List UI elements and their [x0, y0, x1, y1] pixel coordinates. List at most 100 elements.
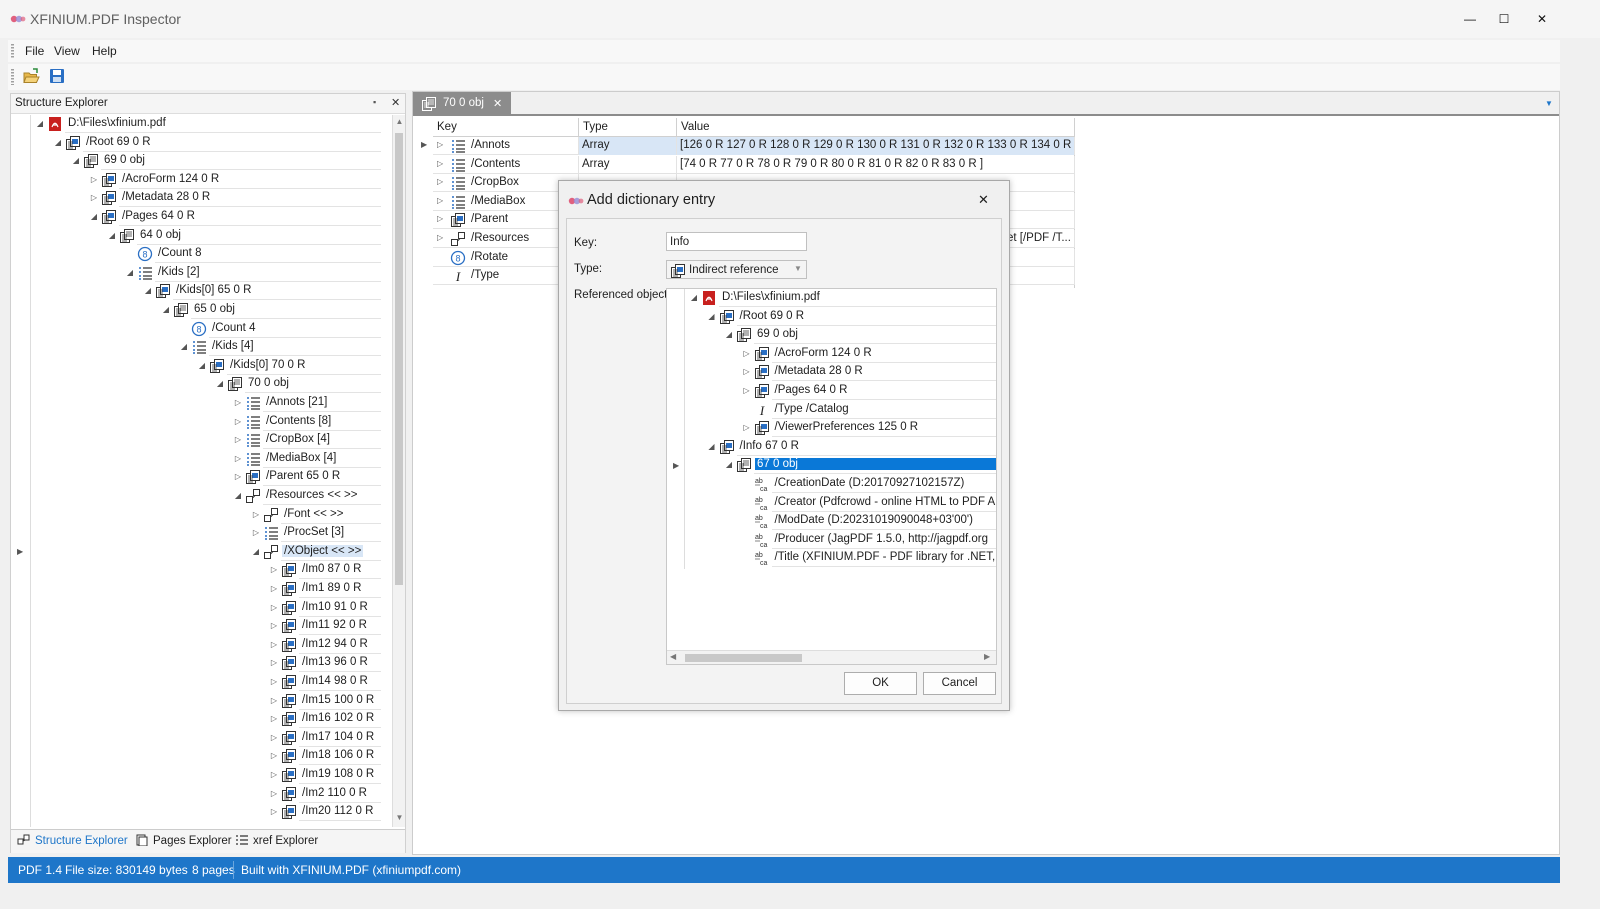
tree-row[interactable]: ◢ 64 0 obj	[11, 227, 381, 245]
expand-arrow-icon[interactable]: ▷	[742, 348, 752, 360]
tree-row[interactable]: ▷ /Contents [8]	[11, 413, 381, 431]
collapse-arrow-icon[interactable]: ◢	[71, 155, 81, 167]
collapse-arrow-icon[interactable]: ◢	[53, 137, 63, 149]
tree-row[interactable]: ab ca/Creator (Pdfcrowd - online HTML to …	[667, 494, 996, 512]
collapse-arrow-icon[interactable]: ◢	[724, 329, 734, 341]
tree-row[interactable]: ◢ 69 0 obj	[667, 326, 996, 345]
tree-row[interactable]: ▷ /Metadata 28 0 R	[667, 363, 996, 382]
grid-row[interactable]: ▷ /Annots Array [126 0 R 127 0 R 128 0 R 12…	[433, 137, 1075, 155]
collapse-arrow-icon[interactable]: ◢	[35, 118, 45, 130]
expand-arrow-icon[interactable]: ▷	[742, 422, 752, 434]
expand-arrow-icon[interactable]: ▷	[437, 140, 443, 149]
expand-arrow-icon[interactable]: ▷	[233, 397, 243, 409]
tree-row[interactable]: ◢ D:\Files\xfinium.pdf	[11, 115, 381, 133]
collapse-arrow-icon[interactable]: ◢	[125, 267, 135, 279]
expand-arrow-icon[interactable]: ▷	[233, 453, 243, 465]
expand-arrow-icon[interactable]: ▷	[269, 713, 279, 725]
expand-arrow-icon[interactable]: ▷	[437, 196, 443, 205]
tree-row[interactable]: ▷ /Im15 100 0 R	[11, 692, 381, 710]
structure-tree[interactable]: ▶ ◢ D:\Files\xfinium.pdf ◢/Root 69 0 R ◢ 69 …	[11, 115, 405, 827]
expand-arrow-icon[interactable]: ▷	[233, 416, 243, 428]
tree-row[interactable]: ▷ /AcroForm 124 0 R	[11, 171, 381, 189]
expand-arrow-icon[interactable]: ▷	[269, 695, 279, 707]
cancel-button[interactable]: Cancel	[923, 672, 996, 695]
tree-row[interactable]: ▷ /Im11 92 0 R	[11, 617, 381, 636]
ok-button[interactable]: OK	[844, 672, 917, 695]
expand-arrow-icon[interactable]: ▷	[269, 732, 279, 744]
tree-row[interactable]: ▷ /Im2 110 0 R	[11, 785, 381, 803]
tab-close-button[interactable]: ✕	[493, 97, 502, 110]
tab-structure-explorer[interactable]: Structure Explorer	[17, 834, 128, 847]
tree-row[interactable]: ◢ /Pages 64 0 R	[11, 208, 381, 226]
tree-row[interactable]: ◢ /Kids [4]	[11, 338, 381, 357]
expand-arrow-icon[interactable]: ▷	[269, 564, 279, 576]
expand-arrow-icon[interactable]: ▷	[269, 602, 279, 614]
save-icon[interactable]	[49, 68, 65, 84]
expand-arrow-icon[interactable]: ▷	[269, 639, 279, 651]
tree-row[interactable]: ◢ 69 0 obj	[11, 152, 381, 171]
expand-arrow-icon[interactable]: ▷	[269, 657, 279, 669]
collapse-arrow-icon[interactable]: ◢	[179, 341, 189, 353]
expand-arrow-icon[interactable]: ▷	[269, 769, 279, 781]
tree-row[interactable]: ◢ /Resources << >>	[11, 487, 381, 505]
column-header-key[interactable]: Key	[433, 118, 579, 137]
expand-arrow-icon[interactable]: ▷	[742, 366, 752, 378]
expand-arrow-icon[interactable]: ▷	[89, 174, 99, 186]
expand-arrow-icon[interactable]: ▷	[269, 676, 279, 688]
menu-help[interactable]: Help	[92, 44, 117, 58]
tree-row[interactable]: ▷ /Pages 64 0 R	[667, 382, 996, 400]
tree-row[interactable]: ab ca/ModDate (D:20231019090048+03'00')	[667, 512, 996, 531]
tree-row[interactable]: ▷ /CropBox [4]	[11, 431, 381, 450]
grid-row[interactable]: ▷ /Contents Array [74 0 R 77 0 R 78 0 R 79 …	[433, 155, 1075, 174]
expand-arrow-icon[interactable]: ▷	[437, 214, 443, 223]
open-file-icon[interactable]	[23, 68, 40, 85]
scroll-left-icon[interactable]: ◀	[670, 652, 676, 661]
tree-row[interactable]: ▷ /Im18 106 0 R	[11, 747, 381, 766]
dialog-close-button[interactable]: ✕	[978, 192, 989, 208]
collapse-arrow-icon[interactable]: ◢	[233, 490, 243, 502]
expand-arrow-icon[interactable]: ▷	[269, 806, 279, 818]
collapse-arrow-icon[interactable]: ◢	[251, 546, 261, 558]
expand-arrow-icon[interactable]: ▷	[269, 583, 279, 595]
tree-row[interactable]: ▷ /Annots [21]	[11, 394, 381, 412]
collapse-arrow-icon[interactable]: ◢	[161, 304, 171, 316]
tree-row[interactable]: ▷ /Metadata 28 0 R	[11, 189, 381, 208]
expand-arrow-icon[interactable]: ▷	[251, 527, 261, 539]
expand-arrow-icon[interactable]: ▷	[269, 750, 279, 762]
toolbar-grip[interactable]	[11, 69, 14, 85]
pin-icon[interactable]: ▪	[373, 97, 376, 107]
scrollbar-thumb[interactable]	[395, 133, 403, 585]
tree-row[interactable]: ◢ /Kids[0] 65 0 R	[11, 282, 381, 301]
menu-file[interactable]: File	[25, 44, 44, 58]
collapse-arrow-icon[interactable]: ◢	[215, 378, 225, 390]
collapse-arrow-icon[interactable]: ◢	[143, 285, 153, 297]
horizontal-scrollbar[interactable]: ◀ ▶	[667, 650, 996, 664]
scroll-up-icon[interactable]: ▲	[393, 117, 405, 126]
scroll-right-icon[interactable]: ▶	[984, 652, 990, 661]
tree-row[interactable]: ▷ /Im0 87 0 R	[11, 561, 381, 580]
expand-arrow-icon[interactable]: ▷	[437, 159, 443, 168]
chevron-down-icon[interactable]: ▼	[794, 264, 802, 273]
collapse-arrow-icon[interactable]: ◢	[107, 230, 117, 242]
vertical-scrollbar[interactable]: ▲ ▼	[392, 115, 405, 827]
tree-row[interactable]: ◢ /XObject << >>	[11, 543, 381, 561]
tree-row[interactable]: ◢ 65 0 obj	[11, 301, 381, 319]
tree-row[interactable]: ▷ /ProcSet [3]	[11, 524, 381, 543]
tree-row[interactable]: ab ca/CreationDate (D:20170927102157Z)	[667, 475, 996, 493]
tree-row[interactable]: ▷ /ViewerPreferences 125 0 R	[667, 419, 996, 438]
panel-close-button[interactable]: ✕	[391, 96, 400, 109]
tab-70-0-obj[interactable]: 70 0 obj ✕	[413, 92, 511, 116]
collapse-arrow-icon[interactable]: ◢	[689, 292, 699, 304]
tree-row[interactable]: ▷ /Im19 108 0 R	[11, 766, 381, 784]
tree-row[interactable]: ▷ /Im14 98 0 R	[11, 673, 381, 691]
scrollbar-thumb[interactable]	[685, 654, 802, 662]
tree-row[interactable]: 8/Count 4	[11, 320, 381, 338]
expand-arrow-icon[interactable]: ▷	[269, 620, 279, 632]
tree-row[interactable]: ▷ /Im1 89 0 R	[11, 580, 381, 598]
scroll-down-icon[interactable]: ▼	[393, 813, 405, 822]
collapse-arrow-icon[interactable]: ◢	[197, 360, 207, 372]
tree-row[interactable]: ◢ /Info 67 0 R	[667, 438, 996, 456]
tree-row[interactable]: ▷ /Im20 112 0 R	[11, 803, 381, 822]
tree-row[interactable]: ▷ /Im10 91 0 R	[11, 599, 381, 617]
expand-arrow-icon[interactable]: ▷	[233, 434, 243, 446]
